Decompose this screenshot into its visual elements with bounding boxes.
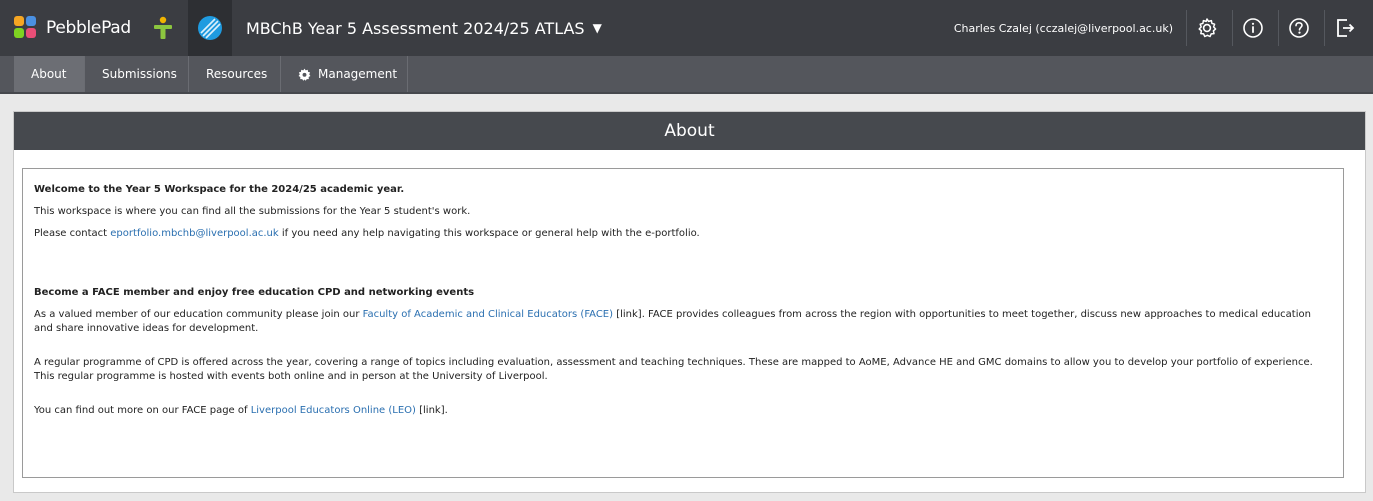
workspace-app-button[interactable] (188, 0, 232, 56)
welcome-heading: Welcome to the Year 5 Workspace for the … (34, 184, 405, 195)
person-plus-icon (154, 16, 172, 39)
face-pre: As a valued member of our education comm… (34, 309, 363, 320)
tab-about[interactable]: About (14, 56, 85, 92)
help-icon (1289, 18, 1309, 38)
info-button[interactable] (1232, 10, 1273, 46)
help-button[interactable] (1278, 10, 1319, 46)
info-icon (1243, 18, 1263, 38)
leo-link[interactable]: Liverpool Educators Online (LEO) (251, 405, 416, 416)
leo-post: [link]. (415, 405, 448, 416)
top-bar: PebblePad MBChB Year 5 Assessment 2024/2… (0, 0, 1373, 56)
leo-pre: You can find out more on our FACE page o… (34, 405, 251, 416)
caret-down-icon: ▼ (592, 21, 602, 35)
tab-submissions[interactable]: Submissions (85, 56, 189, 92)
pebblepad-logo-icon (14, 16, 38, 40)
tab-submissions-label: Submissions (102, 67, 177, 81)
workspace-selector[interactable]: MBChB Year 5 Assessment 2024/25 ATLAS ▼ (246, 0, 602, 56)
about-panel: About Welcome to the Year 5 Workspace fo… (13, 111, 1366, 493)
tab-resources-label: Resources (206, 67, 268, 81)
contact-post: if you need any help navigating this wor… (278, 228, 700, 239)
tab-about-label: About (31, 67, 67, 81)
workspace-title: MBChB Year 5 Assessment 2024/25 ATLAS (246, 18, 585, 38)
gear-icon (298, 68, 311, 81)
logout-icon (1337, 19, 1355, 37)
contact-text: Please contact eportfolio.mbchb@liverpoo… (34, 227, 1332, 241)
brand-name: PebblePad (46, 18, 131, 38)
welcome-text: This workspace is where you can find all… (34, 206, 471, 217)
face-heading: Become a FACE member and enjoy free educ… (34, 287, 475, 298)
contact-pre: Please contact (34, 228, 111, 239)
face-link[interactable]: Faculty of Academic and Clinical Educato… (363, 309, 613, 320)
tab-management-label: Management (318, 67, 398, 81)
settings-icon (1198, 18, 1217, 38)
tab-resources[interactable]: Resources (189, 56, 281, 92)
settings-button[interactable] (1186, 10, 1227, 46)
cpd-text: A regular programme of CPD is offered ac… (34, 357, 1313, 382)
workspace-globe-icon (198, 16, 222, 40)
logout-button[interactable] (1324, 10, 1365, 46)
panel-title: About (14, 112, 1365, 150)
tab-management[interactable]: Management (281, 56, 408, 92)
about-content: Welcome to the Year 5 Workspace for the … (22, 168, 1344, 478)
tab-bar: About Submissions Resources Management (0, 56, 1373, 94)
pebblepad-logo[interactable]: PebblePad (14, 0, 131, 56)
contact-email-link[interactable]: eportfolio.mbchb@liverpool.ac.uk (110, 228, 278, 239)
atlas-app-button[interactable] (141, 0, 185, 56)
face-text: As a valued member of our education comm… (34, 308, 1332, 336)
user-name: Charles Czalej (cczalej@liverpool.ac.uk) (953, 21, 1173, 35)
leo-text: You can find out more on our FACE page o… (34, 404, 1332, 418)
